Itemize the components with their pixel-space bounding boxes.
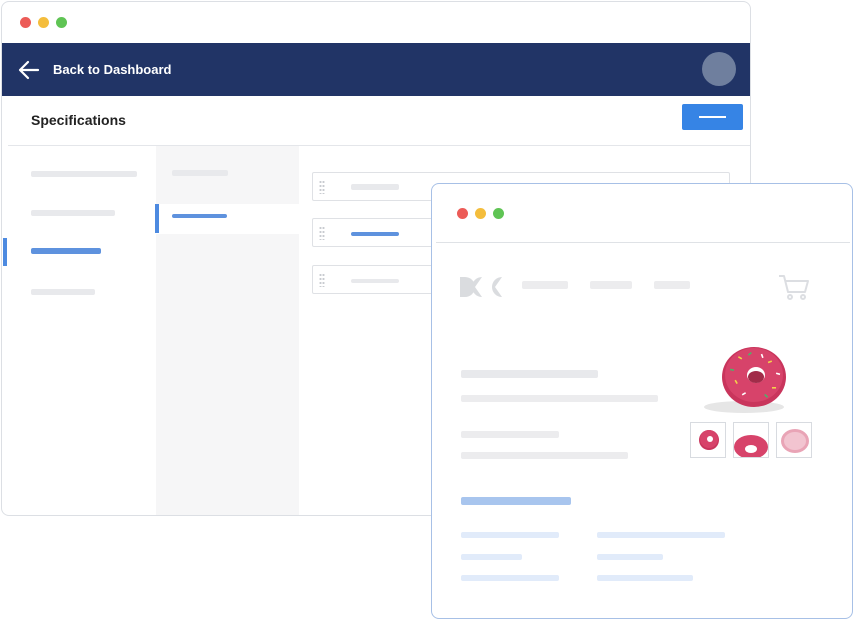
back-to-dashboard-link[interactable]: Back to Dashboard [53,62,171,77]
thumbnail-3[interactable] [776,422,812,458]
product-subtitle [461,395,658,402]
divider [436,242,850,243]
maximize-window-dot[interactable] [493,208,504,219]
sub-nav-panel [156,146,299,515]
spec-value-1 [597,532,725,538]
close-window-dot[interactable] [457,208,468,219]
product-description [461,452,628,459]
spec-value-3 [597,575,693,581]
donut-thumb-icon [734,435,768,457]
minimize-window-dot[interactable] [38,17,49,28]
add-to-cart-link[interactable] [461,497,571,505]
thumbnail-1[interactable] [690,422,726,458]
drag-handle-icon[interactable] [319,180,325,194]
window-controls [20,17,67,28]
thumbnail-2[interactable] [733,422,769,458]
field-label [351,184,399,190]
sub-nav-item-2-label [172,214,227,218]
product-image-donut [704,347,786,413]
window-controls [457,208,504,219]
top-bar: Back to Dashboard [2,43,750,96]
arrow-left-icon[interactable] [18,59,40,81]
donut-thumb-icon [699,430,719,450]
maximize-window-dot[interactable] [56,17,67,28]
nav-active-indicator [3,238,7,266]
spec-key-2 [461,554,522,560]
spec-key-3 [461,575,559,581]
sub-nav-item-1[interactable] [172,170,228,176]
sub-nav-item-2-active[interactable] [156,204,299,234]
cart-icon[interactable] [777,272,811,302]
product-price [461,431,559,438]
nav-item-1[interactable] [31,171,137,177]
product-title [461,370,598,378]
page-title: Specifications [31,112,126,128]
spec-key-1 [461,532,559,538]
nav-item-2[interactable] [31,210,115,216]
drag-handle-icon[interactable] [319,273,325,287]
brand-logo[interactable] [460,275,502,299]
store-nav-link-1[interactable] [522,281,568,289]
donut-thumb-icon [781,429,809,453]
storefront-preview-window [431,183,853,619]
nav-item-4[interactable] [31,289,95,295]
avatar[interactable] [702,52,736,86]
store-nav-link-3[interactable] [654,281,690,289]
drag-handle-icon[interactable] [319,226,325,240]
field-label [351,232,399,236]
close-window-dot[interactable] [20,17,31,28]
spec-value-2 [597,554,663,560]
store-nav-link-2[interactable] [590,281,632,289]
primary-action-button[interactable] [682,104,743,130]
nav-item-3-active[interactable] [31,248,101,254]
sub-nav-active-indicator [155,204,159,233]
field-label [351,279,399,283]
minimize-window-dot[interactable] [475,208,486,219]
divider [8,145,750,146]
